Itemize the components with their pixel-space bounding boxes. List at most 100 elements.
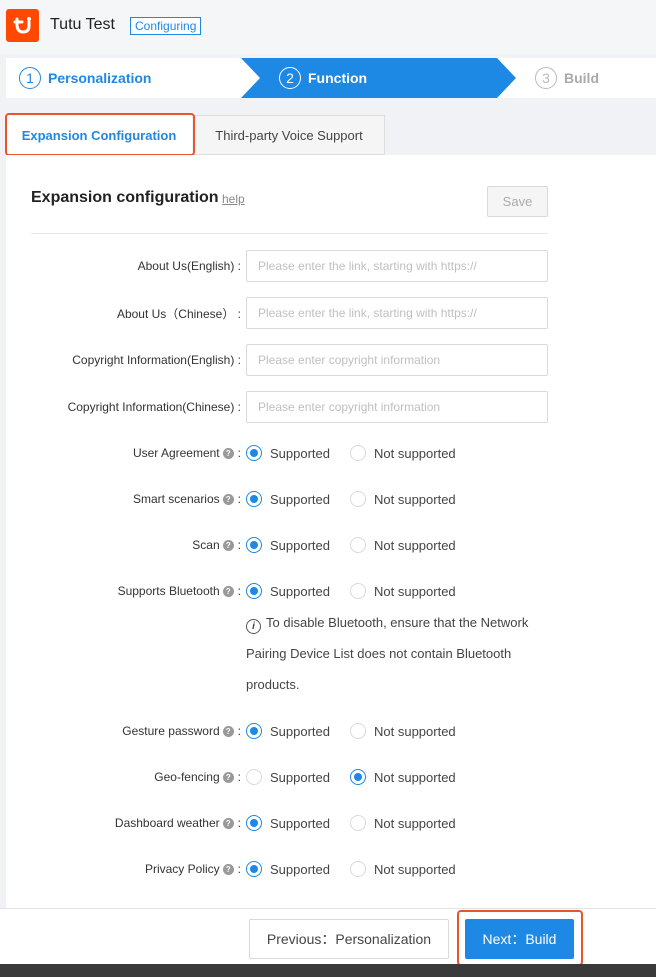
question-icon[interactable]: ? — [222, 863, 234, 875]
radio-circle[interactable] — [350, 815, 366, 831]
question-icon[interactable]: ? — [222, 447, 234, 459]
form-row-geo-fencing: Geo-fencing?: Supported Not supported — [6, 761, 656, 793]
radio-circle[interactable] — [246, 723, 262, 739]
radio-circle[interactable] — [350, 445, 366, 461]
radio-circle[interactable] — [246, 861, 262, 877]
radio-label: Not supported — [374, 491, 456, 507]
question-icon[interactable]: ? — [222, 493, 234, 505]
radio-supported[interactable]: Supported — [246, 761, 330, 793]
radio-label: Not supported — [374, 723, 456, 739]
step-number: 2 — [279, 67, 301, 89]
radio-not-supported[interactable]: Not supported — [350, 715, 456, 747]
radio-circle[interactable] — [246, 537, 262, 553]
form-row-scan: Scan?: Supported Not supported — [6, 529, 656, 561]
field-label: Copyright Information(Chinese) : — [67, 400, 241, 414]
copyright-english-input[interactable] — [246, 344, 548, 376]
about-us-chinese-input[interactable] — [246, 297, 548, 329]
radio-circle[interactable] — [350, 583, 366, 599]
tuya-logo-icon — [6, 9, 39, 42]
form-row-smart-scenarios: Smart scenarios?: Supported Not supporte… — [6, 483, 656, 515]
radio-label: Supported — [270, 769, 330, 785]
info-icon: i — [246, 619, 261, 634]
radio-circle[interactable] — [350, 491, 366, 507]
radio-not-supported[interactable]: Not supported — [350, 807, 456, 839]
field-label: Smart scenarios?: — [132, 492, 241, 506]
radio-label: Not supported — [374, 769, 456, 785]
radio-label: Not supported — [374, 815, 456, 831]
field-label-text: Scan — [192, 538, 220, 552]
step-label: Function — [308, 70, 368, 86]
step-build[interactable]: 3 Build — [535, 58, 599, 98]
radio-circle[interactable] — [350, 537, 366, 553]
field-label-text: Supports Bluetooth — [117, 584, 220, 598]
radio-supported[interactable]: Supported — [246, 715, 330, 747]
radio-label: Supported — [270, 723, 330, 739]
radio-not-supported[interactable]: Not supported — [350, 575, 456, 607]
radio-label: Not supported — [374, 861, 456, 877]
tab-highlight-box — [5, 113, 195, 156]
radio-label: Supported — [270, 491, 330, 507]
question-icon[interactable]: ? — [222, 817, 234, 829]
radio-not-supported[interactable]: Not supported — [350, 483, 456, 515]
form-row-user-agreement: User Agreement?: Supported Not supported — [6, 437, 656, 469]
radio-label: Supported — [270, 537, 330, 553]
form-row-about-us-chinese: About Us（Chinese） : — [6, 297, 656, 329]
bluetooth-note: i To disable Bluetooth, ensure that the N… — [246, 607, 556, 700]
radio-circle[interactable] — [246, 445, 262, 461]
help-link[interactable]: help — [222, 192, 245, 206]
question-icon[interactable]: ? — [222, 585, 234, 597]
tab-third-party-voice-support[interactable]: Third-party Voice Support — [193, 115, 385, 155]
form-row-copyright-chinese: Copyright Information(Chinese) : — [6, 391, 656, 423]
radio-circle[interactable] — [246, 583, 262, 599]
radio-circle[interactable] — [350, 723, 366, 739]
radio-supported[interactable]: Supported — [246, 437, 330, 469]
radio-label: Not supported — [374, 583, 456, 599]
radio-not-supported[interactable]: Not supported — [350, 437, 456, 469]
save-button[interactable]: Save — [487, 186, 548, 217]
divider — [31, 233, 548, 234]
radio-circle[interactable] — [246, 769, 262, 785]
question-icon[interactable]: ? — [222, 771, 234, 783]
form-row-about-us-english: About Us(English) : — [6, 250, 656, 282]
field-label: Supports Bluetooth?: — [117, 584, 241, 598]
radio-label: Supported — [270, 861, 330, 877]
step-label: Build — [564, 70, 599, 86]
question-icon[interactable]: ? — [222, 725, 234, 737]
field-label: Geo-fencing?: — [154, 770, 241, 784]
radio-not-supported[interactable]: Not supported — [350, 761, 456, 793]
section-title: Expansion configuration — [31, 189, 219, 206]
field-label-text: Gesture password — [122, 724, 220, 738]
radio-label: Supported — [270, 815, 330, 831]
top-bar: Tutu Test Configuring — [0, 0, 656, 54]
step-number: 3 — [535, 67, 557, 89]
field-label: User Agreement?: — [132, 446, 241, 460]
step-progress: 1 Personalization 2 Function 3 Build — [6, 58, 656, 98]
expansion-configuration-panel: Expansion configuration help Save About … — [6, 155, 656, 908]
field-label: Copyright Information(English) : — [72, 353, 241, 367]
radio-supported[interactable]: Supported — [246, 483, 330, 515]
form-row-dashboard-weather: Dashboard weather?: Supported Not suppor… — [6, 807, 656, 839]
field-label-text: User Agreement — [132, 446, 220, 460]
radio-circle[interactable] — [246, 491, 262, 507]
radio-supported[interactable]: Supported — [246, 853, 330, 885]
radio-label: Not supported — [374, 537, 456, 553]
step-personalization[interactable]: 1 Personalization — [19, 58, 151, 98]
radio-supported[interactable]: Supported — [246, 807, 330, 839]
radio-circle[interactable] — [246, 815, 262, 831]
form-row-copyright-english: Copyright Information(English) : — [6, 344, 656, 376]
copyright-chinese-input[interactable] — [246, 391, 548, 423]
radio-supported[interactable]: Supported — [246, 529, 330, 561]
step-function[interactable]: 2 Function — [279, 58, 367, 98]
radio-supported[interactable]: Supported — [246, 575, 330, 607]
field-label: About Us（Chinese） : — [116, 306, 241, 321]
field-label-text: Dashboard weather — [114, 816, 220, 830]
previous-button[interactable]: Previous：Personalization — [249, 919, 449, 959]
step-number: 1 — [19, 67, 41, 89]
radio-not-supported[interactable]: Not supported — [350, 853, 456, 885]
bluetooth-note-text: To disable Bluetooth, ensure that the Ne… — [246, 615, 529, 692]
radio-not-supported[interactable]: Not supported — [350, 529, 456, 561]
radio-circle[interactable] — [350, 769, 366, 785]
question-icon[interactable]: ? — [222, 539, 234, 551]
radio-circle[interactable] — [350, 861, 366, 877]
about-us-english-input[interactable] — [246, 250, 548, 282]
